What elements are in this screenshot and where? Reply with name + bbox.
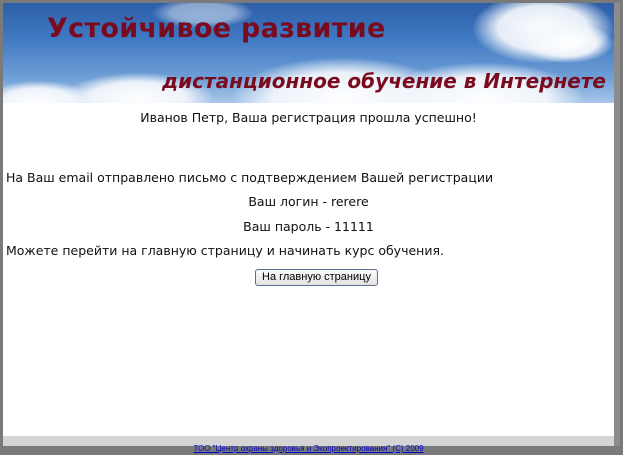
site-title: Устойчивое развитие xyxy=(47,13,386,44)
password-info: Ваш пароль - 11111 xyxy=(243,219,374,234)
email-notice: На Ваш email отправлено письмо с подтвер… xyxy=(6,170,494,185)
page: Устойчивое развитие дистанционное обучен… xyxy=(3,3,620,453)
footer: ТОО "Центр охраны здоровья и Экопроектир… xyxy=(3,436,614,453)
next-step-text: Можете перейти на главную страницу и нач… xyxy=(6,243,444,258)
copyright-link[interactable]: ТОО "Центр охраны здоровья и Экопроектир… xyxy=(193,444,423,454)
cloud-image xyxy=(523,23,613,63)
login-info: Ваш логин - rerere xyxy=(248,194,369,209)
header-banner: Устойчивое развитие дистанционное обучен… xyxy=(3,3,614,103)
success-message: Иванов Петр, Ваша регистрация прошла усп… xyxy=(140,110,477,125)
site-subtitle: дистанционное обучение в Интернете xyxy=(162,69,606,93)
home-page-button[interactable]: На главную страницу xyxy=(255,269,378,286)
